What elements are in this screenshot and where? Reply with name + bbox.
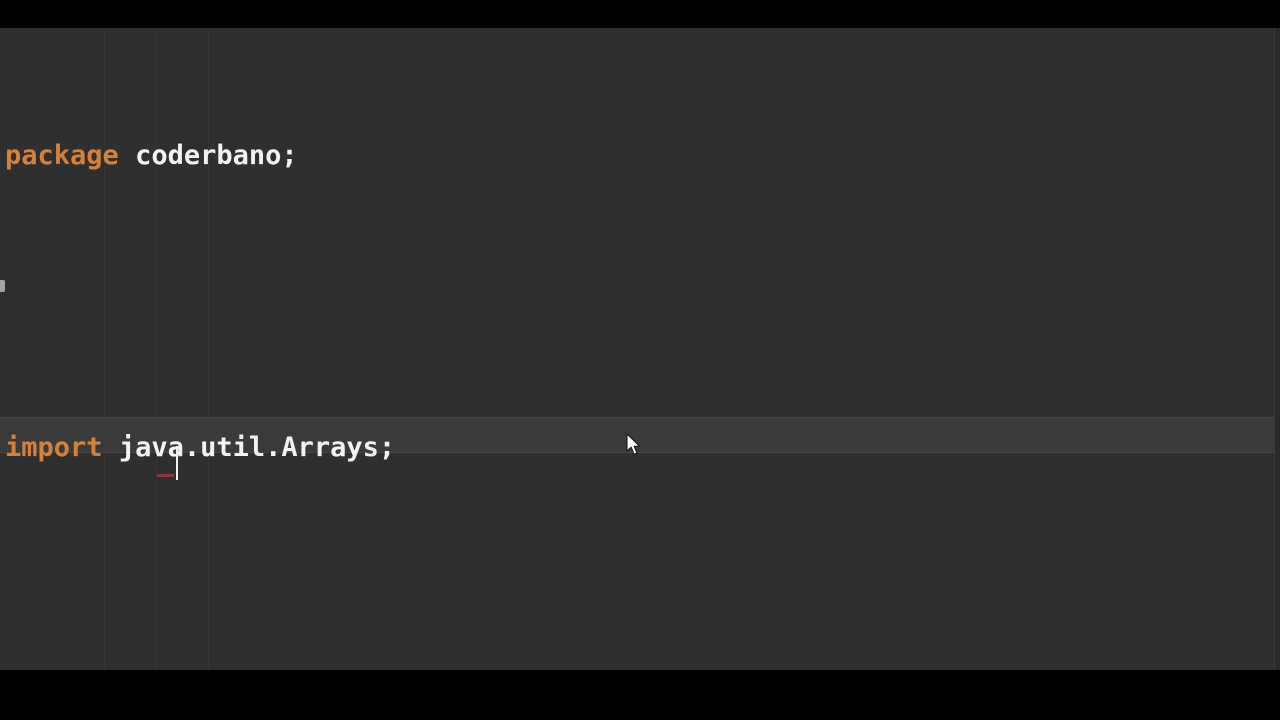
code-editor[interactable]: package coderbano; import java.util.Arra… <box>0 28 1280 670</box>
package-name: coderbano; <box>135 139 298 171</box>
text-caret <box>176 446 178 480</box>
code-line-2-blank[interactable] <box>5 284 1275 321</box>
mouse-cursor-icon <box>626 433 641 455</box>
letterbox-bottom <box>0 670 1280 720</box>
import-path: java.util.Arrays; <box>118 431 396 463</box>
code-line-1[interactable]: package coderbano; <box>5 138 1275 175</box>
code-line-4-blank[interactable] <box>5 576 1275 613</box>
letterbox-top <box>0 0 1280 28</box>
keyword-package: package <box>5 139 119 171</box>
error-underline <box>157 474 174 477</box>
code-content[interactable]: package coderbano; import java.util.Arra… <box>5 28 1275 670</box>
keyword-import: import <box>5 431 103 463</box>
screen: package coderbano; import java.util.Arra… <box>0 0 1280 720</box>
